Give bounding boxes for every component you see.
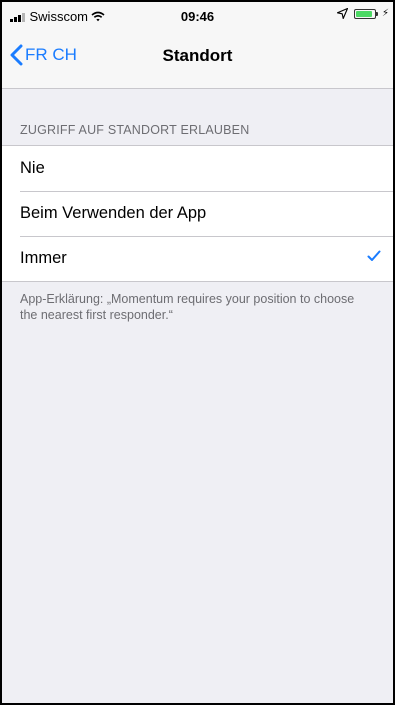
battery-icon [353, 8, 378, 19]
location-arrow-icon [336, 8, 348, 19]
option-while-using-app[interactable]: Beim Verwenden der App [2, 191, 393, 236]
charging-bolt-icon: ⚡ [381, 8, 389, 19]
status-right: ⚡ [336, 8, 389, 19]
page-title: Standort [162, 46, 233, 65]
status-time: 09:46 [180, 9, 215, 24]
navigation-bar: FR CH Standort [2, 30, 393, 88]
phone-screen: Swisscom 09:46 ⚡ FR CH Standort ZUGRIFF … [0, 0, 395, 705]
status-bar: Swisscom 09:46 ⚡ [2, 2, 393, 30]
location-options-list: Nie Beim Verwenden der App Immer [2, 145, 393, 282]
option-label: Beim Verwenden der App [20, 204, 207, 222]
option-label: Nie [20, 159, 45, 177]
section-header: ZUGRIFF AUF STANDORT ERLAUBEN [20, 123, 250, 137]
option-always[interactable]: Immer [2, 236, 393, 281]
top-bar: Swisscom 09:46 ⚡ FR CH Standort [2, 2, 393, 89]
option-never[interactable]: Nie [2, 146, 393, 191]
checkmark-icon [367, 250, 381, 261]
section-footer: App-Erklärung: „Momentum requires your p… [20, 292, 355, 323]
option-label: Immer [20, 249, 67, 267]
